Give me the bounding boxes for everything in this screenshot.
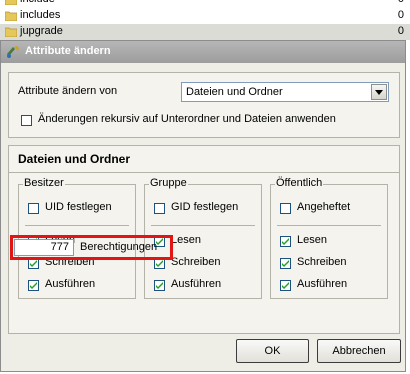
apply-panel: Attribute ändern von Dateien und Ordner … <box>8 72 400 138</box>
group-title: Gruppe <box>149 177 188 189</box>
public-group: Öffentlich Angeheftet Lesen Schreiben Au… <box>270 177 388 299</box>
ok-button[interactable]: OK <box>236 339 309 363</box>
owner-exec-label: Ausführen <box>45 278 96 290</box>
divider <box>277 225 381 226</box>
check-icon <box>282 282 289 289</box>
section-title: Dateien und Ordner <box>18 152 131 166</box>
permissions-value: 777 <box>50 241 69 253</box>
attributes-dialog: Attribute ändern Attribute ändern von Da… <box>0 40 406 372</box>
group-exec-checkbox[interactable] <box>154 280 165 291</box>
check-icon <box>30 260 37 267</box>
file-row[interactable]: include 0 <box>0 0 410 8</box>
sticky-checkbox[interactable] <box>280 203 291 214</box>
gid-checkbox[interactable] <box>154 203 165 214</box>
group-title: Besitzer <box>23 177 65 189</box>
file-name: include <box>20 0 55 5</box>
dialog-title: Attribute ändern <box>25 45 111 57</box>
public-exec-label: Ausführen <box>297 278 348 290</box>
public-read-label: Lesen <box>297 234 327 246</box>
folder-icon <box>5 11 17 21</box>
check-icon <box>282 238 289 245</box>
group-write-label: Schreiben <box>171 256 221 268</box>
apply-to-value: Dateien und Ordner <box>186 86 283 98</box>
dropdown-button[interactable] <box>371 84 387 100</box>
check-icon <box>156 260 163 267</box>
file-name: includes <box>20 9 61 21</box>
uid-label: UID festlegen <box>45 201 112 213</box>
public-write-checkbox[interactable] <box>280 258 291 269</box>
group-exec-label: Ausführen <box>171 278 222 290</box>
title-bar[interactable]: Attribute ändern <box>1 41 405 63</box>
public-read-checkbox[interactable] <box>280 236 291 247</box>
file-row[interactable]: includes 0 <box>0 8 410 24</box>
file-name: jupgrade <box>20 25 63 37</box>
owner-exec-checkbox[interactable] <box>28 280 39 291</box>
gid-label: GID festlegen <box>171 201 239 213</box>
recursive-checkbox[interactable] <box>21 115 32 126</box>
sticky-label: Angeheftet <box>297 201 351 213</box>
file-list: include 0 includes 0 jupgrade 0 <box>0 0 410 40</box>
permissions-label: Berechtigungen <box>80 241 158 253</box>
uid-checkbox[interactable] <box>28 203 39 214</box>
divider <box>151 225 255 226</box>
folder-icon <box>5 27 17 37</box>
attributes-icon <box>7 46 19 58</box>
file-size: 0 <box>398 0 404 5</box>
section-header: Dateien und Ordner <box>9 146 399 173</box>
recursive-label: Änderungen rekursiv auf Unterordner und … <box>38 113 336 125</box>
chevron-down-icon <box>375 90 383 95</box>
public-exec-checkbox[interactable] <box>280 280 291 291</box>
file-size: 0 <box>397 9 404 21</box>
group-read-label: Lesen <box>171 234 201 246</box>
group-title: Öffentlich <box>275 177 324 189</box>
check-icon <box>282 260 289 267</box>
file-row-selected[interactable]: jupgrade 0 <box>0 24 410 40</box>
check-icon <box>30 282 37 289</box>
file-size: 0 <box>397 25 404 37</box>
public-write-label: Schreiben <box>297 256 347 268</box>
cancel-button[interactable]: Abbrechen <box>317 339 401 363</box>
permissions-input[interactable]: 777 <box>14 239 74 256</box>
apply-to-select[interactable]: Dateien und Ordner <box>181 82 389 102</box>
divider <box>25 225 129 226</box>
folder-icon <box>5 0 17 5</box>
check-icon <box>156 282 163 289</box>
permissions-highlight: 777 Berechtigungen <box>10 235 173 260</box>
apply-to-label: Attribute ändern von <box>18 85 118 97</box>
